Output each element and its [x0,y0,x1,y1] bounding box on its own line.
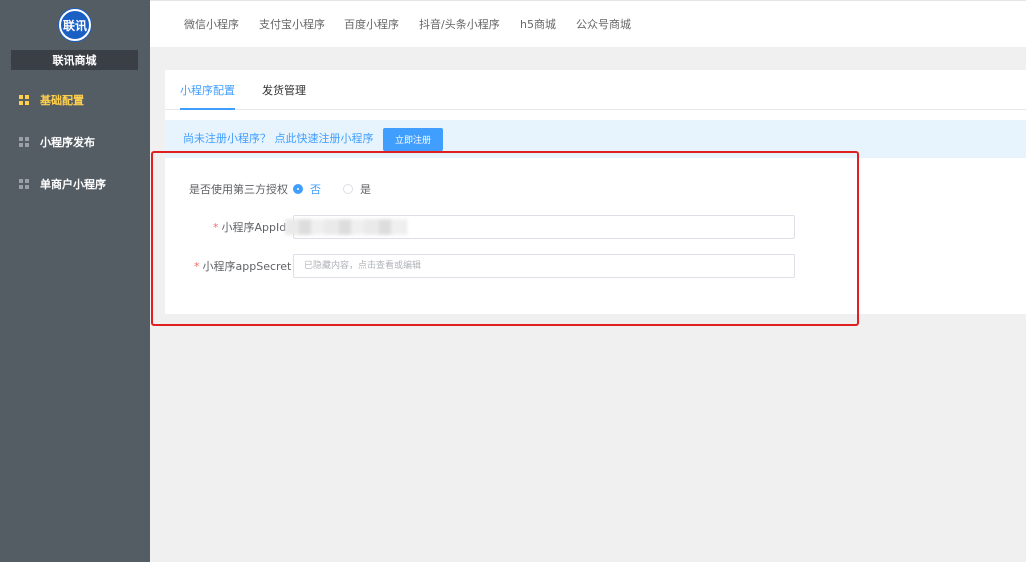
tab-h5[interactable]: h5商城 [520,1,556,48]
register-now-button[interactable]: 立即注册 [383,128,443,151]
redacted-value [285,219,407,235]
sidebar-item-miniprogram-publish[interactable]: 小程序发布 [0,122,150,162]
radio-no[interactable]: 否 [293,181,321,197]
brand-logo[interactable]: 联讯 [59,9,91,41]
appid-label-text: 小程序AppId [221,221,287,234]
notice-text[interactable]: 尚未注册小程序？ 点此快速注册小程序 [183,120,374,158]
radio-label: 否 [310,183,321,196]
sidebar-item-label: 单商户小程序 [40,178,106,191]
sidebar-item-single-merchant[interactable]: 单商户小程序 [0,164,150,204]
tab-alipay[interactable]: 支付宝小程序 [259,1,325,48]
grid-icon [19,178,30,190]
tab-baidu[interactable]: 百度小程序 [344,1,399,48]
appsecret-label: * 小程序appSecret [194,258,291,274]
grid-icon [19,94,30,106]
platform-tabs: 微信小程序 支付宝小程序 百度小程序 抖音/头条小程序 h5商城 公众号商城 [150,0,1026,47]
sidebar: 联讯 联讯商城 基础配置 小程序发布 单商户小程序 [0,0,150,562]
radio-label: 是 [360,183,371,196]
config-tabs: 小程序配置 发货管理 [165,70,1026,110]
sidebar-item-label: 基础配置 [40,94,84,107]
appsecret-input[interactable]: 已隐藏内容，点击查看或编辑 [293,254,795,278]
main-panel: 小程序配置 发货管理 尚未注册小程序？ 点此快速注册小程序 立即注册 是否使用第… [165,70,1026,314]
grid-icon [19,136,30,148]
brand-area: 联讯 联讯商城 [0,0,150,72]
sidebar-item-basic-config[interactable]: 基础配置 [0,80,150,120]
appid-label: * 小程序AppId [213,219,286,235]
third-party-auth-label: 是否使用第三方授权 [189,183,288,196]
tab-wechat[interactable]: 微信小程序 [184,1,239,48]
app-root: 联讯 联讯商城 基础配置 小程序发布 单商户小程序 微信小程序 支付宝小程序 百… [0,0,1026,562]
sidebar-item-label: 小程序发布 [40,136,95,149]
appsecret-label-text: 小程序appSecret [202,260,292,273]
radio-dot [343,184,353,194]
tab-miniprogram-config[interactable]: 小程序配置 [180,70,235,110]
radio-dot [293,184,303,194]
required-mark: * [194,260,200,273]
register-notice: 尚未注册小程序？ 点此快速注册小程序 立即注册 [165,120,1026,158]
tab-douyin[interactable]: 抖音/头条小程序 [419,1,500,48]
radio-yes[interactable]: 是 [343,181,371,197]
tab-shipping[interactable]: 发货管理 [262,70,306,110]
required-mark: * [213,221,219,234]
tab-official-account[interactable]: 公众号商城 [576,1,631,48]
brand-name: 联讯商城 [11,50,138,70]
